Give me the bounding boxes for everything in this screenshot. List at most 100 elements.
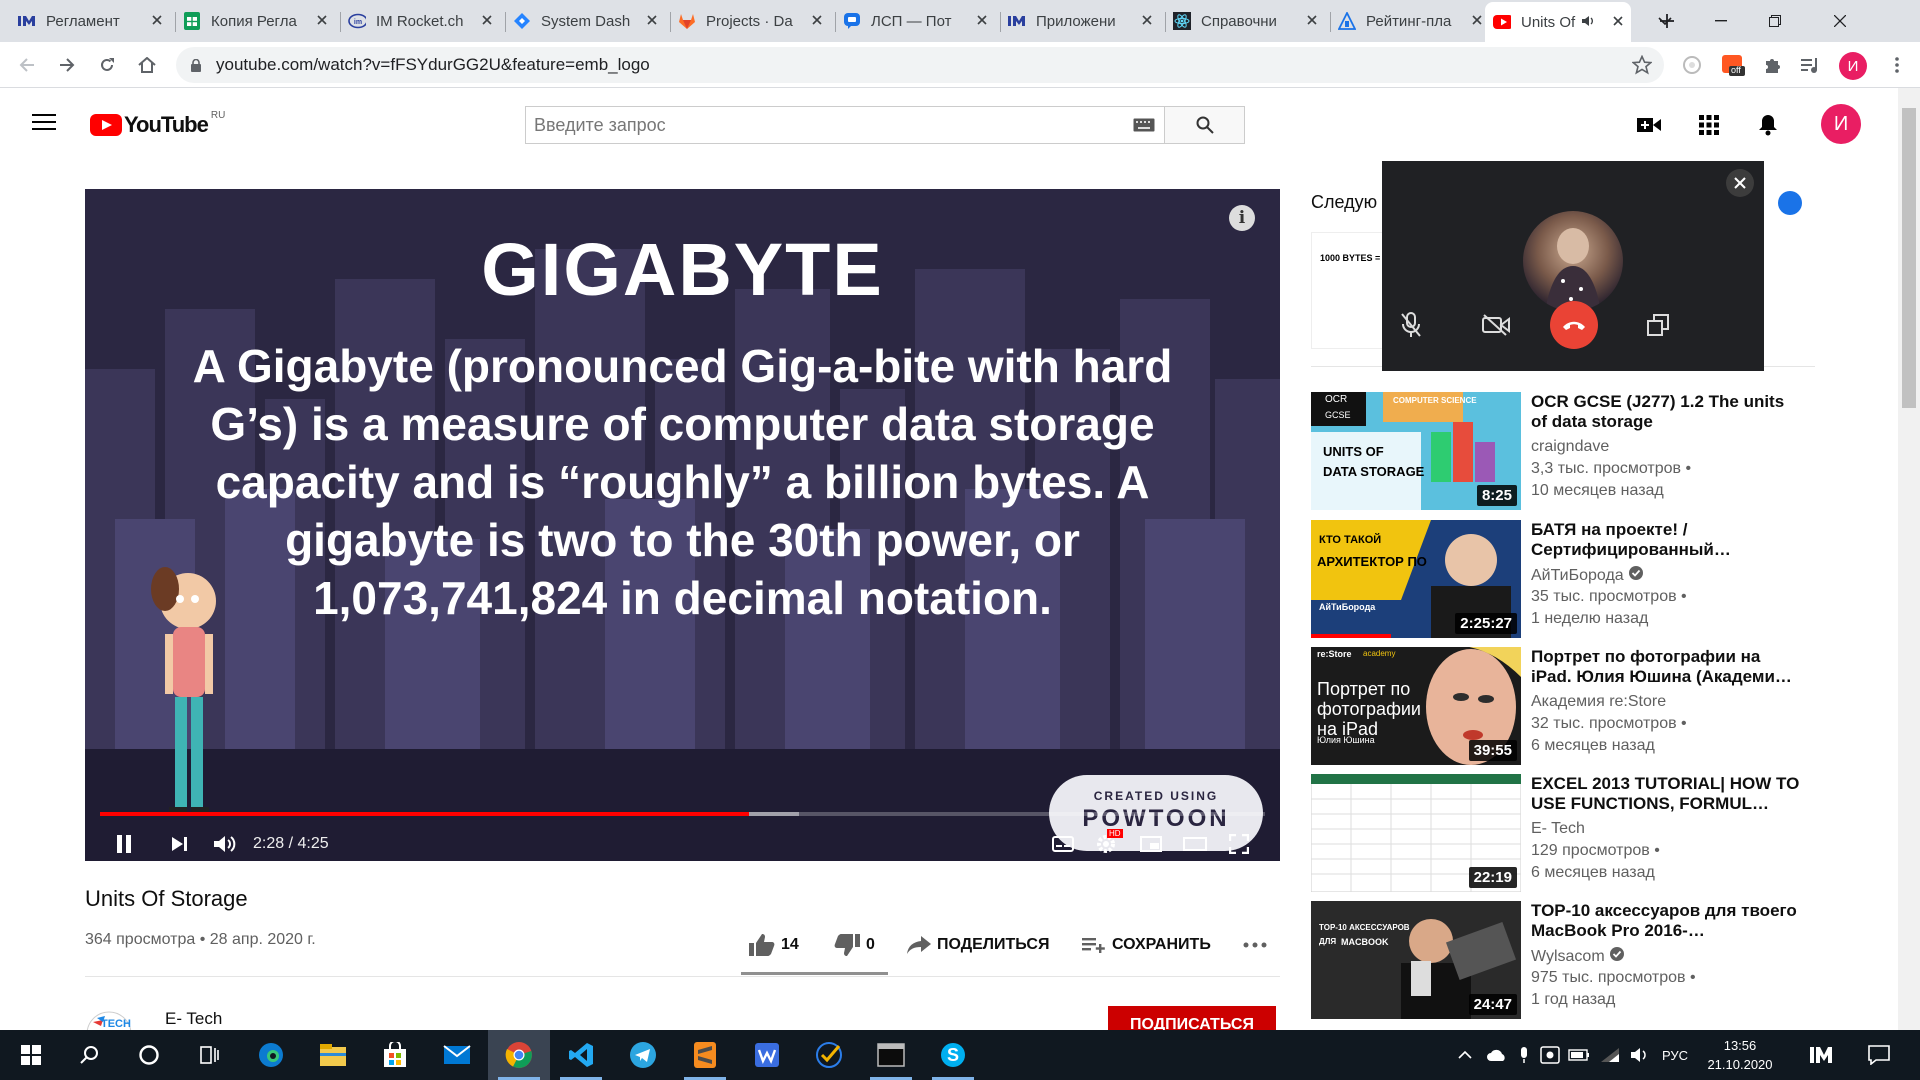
recommended-video-title[interactable]: TOP-10 аксессуаров для твоего MacBook Pr… [1531,901,1801,941]
channel-logo[interactable]: TECH [85,1010,133,1030]
settings-gear-icon[interactable]: HD [1095,829,1123,859]
save-button[interactable]: СОХРАНИТЬ [1082,930,1211,960]
profile-avatar[interactable]: И [1839,52,1867,80]
recommended-channel[interactable]: E- Tech [1531,820,1585,838]
task-view-icon[interactable] [178,1030,240,1080]
recommended-video[interactable]: КТО ТАКОЙ АРХИТЕКТОР ПО АйТиБорода 2:25:27 Б… [1311,520,1881,640]
recommended-video[interactable]: TOP-10 АКСЕССУАРОВ ДЛЯ MACBOOK 24:47 TOP-10 … [1311,901,1881,1021]
recommended-channel[interactable]: craigndave [1531,438,1609,456]
vscode-icon[interactable] [550,1030,612,1080]
minimize-button[interactable] [1696,0,1746,42]
autoplay-toggle[interactable] [1778,191,1802,215]
close-icon[interactable] [1726,169,1754,197]
search-button[interactable] [1164,107,1244,143]
close-tab-icon[interactable] [1142,12,1152,30]
camera-off-icon[interactable] [1472,301,1520,349]
close-tab-icon[interactable] [1307,12,1317,30]
tab-search-icon[interactable] [1640,0,1690,42]
battery-icon[interactable] [1568,1030,1590,1080]
forward-button[interactable] [52,50,82,80]
notifications-bell-icon[interactable] [1753,110,1783,140]
extension-off-icon[interactable]: off [1720,52,1746,78]
keyboard-icon[interactable] [1124,107,1164,143]
video-thumbnail[interactable]: КТО ТАКОЙ АРХИТЕКТОР ПО АйТиБорода 2:25:27 [1311,520,1521,638]
channel-name[interactable]: E- Tech [165,1009,222,1029]
chrome-taskbar-icon[interactable] [488,1030,550,1080]
pause-button[interactable] [115,829,133,859]
next-video-button[interactable] [170,829,188,859]
bookmark-star-icon[interactable] [1629,52,1655,78]
close-tab-icon[interactable] [977,12,987,30]
browser-tab[interactable]: Projects · Da [670,4,830,38]
onedrive-icon[interactable] [1486,1030,1508,1080]
recommended-video-title[interactable]: БАТЯ на проекте! / Сертифицированный… [1531,520,1801,560]
page-scrollbar[interactable] [1898,88,1920,1030]
close-tab-icon[interactable] [812,12,822,30]
todo-check-icon[interactable] [798,1030,860,1080]
info-icon[interactable]: i [1229,205,1255,231]
more-actions-icon[interactable] [1243,930,1273,960]
chrome-menu-icon[interactable] [1884,52,1910,78]
dislike-button[interactable]: 0 [834,930,875,960]
back-button[interactable] [12,50,42,80]
close-tab-icon[interactable] [1613,13,1623,31]
speaker-icon[interactable] [1630,1030,1650,1080]
taskbar-search-icon[interactable] [58,1030,120,1080]
end-call-button[interactable] [1550,301,1598,349]
fullscreen-icon[interactable] [1229,829,1249,859]
progress-bar[interactable] [100,812,1265,816]
video-thumbnail[interactable]: 22:19 [1311,774,1521,892]
search-input[interactable]: Введите запрос [526,107,1124,143]
address-bar[interactable]: youtube.com/watch?v=fFSYdurGG2U&feature=… [176,47,1664,83]
recommended-video[interactable]: 22:19 EXCEL 2013 TUTORIAL| HOW TO USE FUN… [1311,774,1881,894]
volume-icon[interactable] [213,829,237,859]
file-explorer-icon[interactable] [302,1030,364,1080]
wifi-icon[interactable] [1600,1030,1620,1080]
extension-circle-icon[interactable] [1679,52,1705,78]
show-hidden-icons[interactable] [1458,1030,1472,1080]
system-clock[interactable]: 13:56 21.10.2020 [1700,1036,1780,1074]
edge-icon[interactable] [240,1030,302,1080]
browser-tab[interactable]: Приложени [1000,4,1160,38]
wps-writer-icon[interactable] [736,1030,798,1080]
input-language[interactable]: РУС [1662,1030,1688,1080]
close-tab-icon[interactable] [482,12,492,30]
sublime-text-icon[interactable] [674,1030,736,1080]
miniplayer-icon[interactable] [1140,829,1162,859]
subscribe-button[interactable]: ПОДПИСАТЬСЯ [1108,1006,1276,1030]
recommended-video[interactable]: OCR GCSE UNITS OF DATA STORAGE COMPUTER SCIE… [1311,392,1881,512]
mute-mic-icon[interactable] [1387,301,1435,349]
close-tab-icon[interactable] [317,12,327,30]
browser-tab[interactable]: Units Of [1485,2,1631,42]
browser-tab[interactable]: Копия Регла [175,4,335,38]
create-video-icon[interactable] [1634,110,1664,140]
close-window-button[interactable] [1815,0,1865,42]
switch-window-icon[interactable] [1634,301,1682,349]
lock-icon[interactable] [190,58,202,72]
media-controls-icon[interactable] [1797,52,1823,78]
telegram-icon[interactable] [612,1030,674,1080]
theater-mode-icon[interactable] [1183,829,1207,859]
video-thumbnail[interactable]: TOP-10 АКСЕССУАРОВ ДЛЯ MACBOOK 24:47 [1311,901,1521,1019]
recommended-video[interactable]: re:Store academy Портрет по фотографии на iP… [1311,647,1881,767]
recommended-video-title[interactable]: Портрет по фотографии на iPad. Юлия Юшин… [1531,647,1801,687]
im-tray-icon[interactable] [1810,1030,1838,1080]
cortana-icon[interactable] [118,1030,180,1080]
maximize-button[interactable] [1750,0,1800,42]
subtitles-icon[interactable] [1052,829,1074,859]
microphone-tray-icon[interactable] [1518,1030,1530,1080]
start-windows-icon[interactable] [0,1030,62,1080]
recommended-video-title[interactable]: EXCEL 2013 TUTORIAL| HOW TO USE FUNCTION… [1531,774,1801,814]
reload-button[interactable] [92,50,122,80]
screen-record-icon[interactable] [1540,1030,1560,1080]
action-center-icon[interactable] [1868,1030,1890,1080]
menu-icon[interactable] [32,114,56,132]
tab-audio-icon[interactable] [1581,14,1595,31]
recommended-channel[interactable]: Wylsacom [1531,947,1624,966]
store-icon[interactable] [364,1030,426,1080]
scrollbar-thumb[interactable] [1902,108,1916,408]
browser-tab[interactable]: im IM Rocket.ch [340,4,500,38]
video-player[interactable]: GIGABYTE A Gigabyte (pronounced Gig-a-bi… [85,189,1280,861]
close-tab-icon[interactable] [647,12,657,30]
close-tab-icon[interactable] [152,12,162,30]
